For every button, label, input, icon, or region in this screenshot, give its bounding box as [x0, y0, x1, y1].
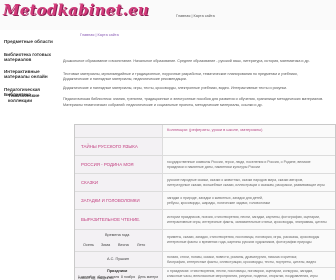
table-row-text-cell: загадки о природе, загадки о животных, з… — [163, 192, 335, 209]
row-text-line: биография, интересные факты, иллюстрации… — [167, 260, 317, 264]
row-text-line: праздники и памятные даты, памятники кул… — [167, 165, 260, 169]
table-row-seasons: Времена года Осень Зима Весна Лето приме… — [75, 230, 335, 252]
holiday-christmas[interactable]: Рождество — [97, 276, 114, 280]
site-logo[interactable]: Metodkabinet.eu — [3, 1, 149, 19]
holiday-link-nov8[interactable]: 8 ноября — [121, 275, 135, 279]
holidays-title: Праздники — [107, 269, 128, 273]
table-row-topic-cell: ТАЙНЫ РУССКОГО ЯЗЫКА — [75, 138, 163, 155]
season-link-winter[interactable]: Зима — [101, 243, 110, 247]
topic-link-russian-language[interactable]: ТАЙНЫ РУССКОГО ЯЗЫКА — [81, 144, 138, 149]
site-header: Metodkabinet.eu Главная | Карта сайта — [0, 0, 336, 30]
table-row-text-cell: русские народные сказки, сказки о животн… — [163, 174, 335, 191]
row-text-line: интерактивные игры, интересные факты, за… — [167, 220, 327, 224]
topic-link-russia-homeland[interactable]: РОССИЯ - РОДИНА МОЯ — [81, 162, 134, 167]
holiday-link-new-year-christmas[interactable]: Новый Год, Рождество — [78, 276, 114, 280]
table-row-topic-cell: РОССИЯ - РОДИНА МОЯ — [75, 156, 163, 173]
sidebar-item-thematic-collections[interactable]: Тематические коллекции — [8, 93, 64, 104]
intro-text-library: Педагогическая библиотека: знания, трени… — [63, 97, 324, 101]
row-text-line: интересные факты о временах года, картин… — [167, 240, 312, 244]
header-nav-links[interactable]: Главная | Карта сайта — [176, 14, 215, 18]
table-row-topic-cell: СКАЗКИ — [75, 174, 163, 191]
sidebar: Предметные области Библиотека готовых ма… — [0, 35, 60, 280]
row-text-line: приметы, сказки, загадки, стихотворения,… — [167, 235, 320, 239]
table-row-pushkin: А.С. Пушкин поэзия, стихи, поэмы, сказки… — [75, 252, 335, 268]
collections-table: Коллекции: (рефераты, уроки в школе, мат… — [74, 124, 336, 280]
topic-link-riddles[interactable]: ЗАГАДКИ И ГОЛОВОЛОМКИ — [81, 198, 140, 203]
table-header-left — [75, 125, 163, 137]
row-text-line: загадки о природе, загадки о животных, з… — [167, 196, 263, 200]
table-header-row: Коллекции: (рефераты, уроки в школе, мат… — [75, 125, 335, 138]
seasons-cell: Времена года Осень Зима Весна Лето — [75, 230, 163, 251]
pushkin-cell: А.С. Пушкин — [75, 252, 163, 267]
season-link-autumn[interactable]: Осень — [83, 243, 94, 247]
row-text-line: государственные символы России, герои, л… — [167, 160, 311, 164]
row-text-line: литературные сказки, волшебные сказки, и… — [167, 183, 325, 187]
table-row: ЗАГАДКИ И ГОЛОВОЛОМКИ загадки о природе,… — [75, 192, 335, 210]
table-row-holidays: Праздники 1 сентября День учителя 8 нояб… — [75, 268, 335, 280]
holidays-text-cell: о праздниках: стихотворения, песни, посл… — [163, 268, 335, 280]
table-row-topic-cell: ЗАГАДКИ И ГОЛОВОЛОМКИ — [75, 192, 163, 209]
intro-text-tests: Тестовые материалы, мультимедийные и тра… — [63, 72, 298, 76]
table-row: СКАЗКИ русские народные сказки, сказки о… — [75, 174, 335, 192]
intro-text-thematic: Материалы тематических собраний: педагог… — [63, 103, 263, 107]
sidebar-item-interactive-materials[interactable]: Интерактивные материалы онлайн — [4, 69, 60, 80]
row-text-line: русские народные сказки, сказки о животн… — [167, 178, 304, 182]
row-text-line: ребусы, кроссворды, шарады, логические з… — [167, 201, 270, 205]
row-text-line: поэзия, стихи, поэмы, сказки, повести, р… — [167, 255, 298, 259]
table-header-text: Коллекции: (рефераты, уроки в школе, мат… — [167, 127, 263, 132]
intro-text-preschool: Дошкольное образование и воспитание. Нач… — [63, 59, 310, 63]
intro-text-interactive: Дидактические и наглядные материалы, игр… — [63, 86, 288, 90]
table-row: ТАЙНЫ РУССКОГО ЯЗЫКА — [75, 138, 335, 156]
holiday-link-mothers-day[interactable]: День матери — [138, 275, 158, 279]
intro-text-didactic: Дидактические и наглядные материалы, пед… — [63, 77, 187, 81]
season-link-summer[interactable]: Лето — [137, 243, 145, 247]
table-header-right: Коллекции: (рефераты, уроки в школе, мат… — [163, 125, 335, 137]
pushkin-link[interactable]: А.С. Пушкин — [107, 257, 129, 261]
table-row-text-cell: истории праздников, поэзия, стихотворени… — [163, 210, 335, 229]
topic-link-fairy-tales[interactable]: СКАЗКИ — [81, 180, 98, 185]
table-row-topic-cell: ВЫРАЗИТЕЛЬНОЕ ЧТЕНИЕ. — [75, 210, 163, 229]
holiday-new-year[interactable]: Новый Год — [78, 276, 95, 280]
table-row-text-cell — [163, 138, 335, 155]
sidebar-item-subject-areas[interactable]: Предметные области — [4, 39, 60, 44]
row-text-line: классные часы, внеклассные мероприятия, … — [167, 274, 318, 278]
sidebar-item-ready-materials[interactable]: Библиотека готовых материалов — [4, 52, 60, 63]
table-row: ВЫРАЗИТЕЛЬНОЕ ЧТЕНИЕ. истории праздников… — [75, 210, 335, 230]
season-link-spring[interactable]: Весна — [118, 243, 129, 247]
row-text-line: о праздниках: стихотворения, песни, посл… — [167, 269, 314, 273]
seasons-title: Времена года — [105, 233, 130, 237]
row-text-line: истории праздников, поэзия, стихотворени… — [167, 215, 320, 219]
seasons-text-cell: приметы, сказки, загадки, стихотворения,… — [163, 230, 335, 251]
pushkin-text-cell: поэзия, стихи, поэмы, сказки, повести, р… — [163, 252, 335, 267]
table-row-text-cell: государственные символы России, герои, л… — [163, 156, 335, 173]
topic-link-expressive-reading[interactable]: ВЫРАЗИТЕЛЬНОЕ ЧТЕНИЕ. — [81, 217, 140, 222]
table-row: РОССИЯ - РОДИНА МОЯ государственные симв… — [75, 156, 335, 174]
